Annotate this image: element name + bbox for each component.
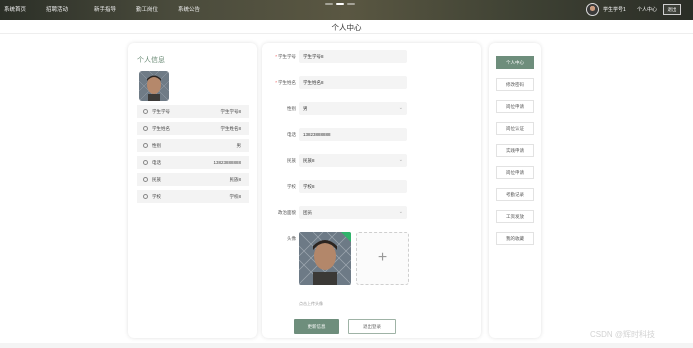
required-mark: * [275, 80, 277, 85]
info-value: 学校8 [229, 194, 241, 199]
logout-account-button[interactable]: 退出登录 [348, 319, 396, 334]
field-label-school: 学校 [287, 184, 296, 189]
menu-item-job-certification[interactable]: 岗位认证 [496, 122, 534, 135]
gender-select-value: 男 [303, 106, 308, 111]
carousel-dot[interactable] [347, 3, 355, 5]
info-value: 13823888888 [213, 160, 241, 165]
upload-hint: 点击上传头像 [299, 301, 323, 306]
user-center-link[interactable]: 个人中心 [637, 6, 657, 13]
top-nav-bar: 系统首页 招聘活动 新手指导 勤工岗位 系统公告 学生学号1 个人中心 退出 [0, 0, 693, 20]
phone-icon [143, 160, 148, 165]
chevron-down-icon: ⌄ [398, 209, 403, 215]
political-status-select-value: 团员 [303, 210, 312, 215]
carousel-dot[interactable] [325, 3, 333, 5]
info-value: 民族8 [229, 177, 241, 182]
info-label: 学生学号 [152, 109, 170, 114]
nav-item-recruitment[interactable]: 招聘活动 [46, 5, 68, 13]
menu-item-job-application[interactable]: 岗位申请 [496, 100, 534, 113]
info-panel-title: 个人信息 [137, 57, 165, 64]
watermark: CSDN @辉时科技 [590, 330, 656, 339]
field-label-student-name: *学生姓名 [262, 80, 296, 86]
nav-item-jobs[interactable]: 勤工岗位 [136, 5, 158, 13]
field-label-phone: 电话 [287, 132, 296, 137]
info-label: 学校 [152, 194, 161, 199]
student-id-icon [143, 109, 148, 114]
info-label: 电话 [152, 160, 161, 165]
field-label-political-status: 政治面貌 [278, 210, 296, 215]
menu-item-practice-application[interactable]: 实践申请 [496, 144, 534, 157]
info-label: 性别 [152, 143, 161, 148]
field-label-text: 学生姓名 [278, 80, 296, 85]
upload-avatar-button[interactable]: + [356, 232, 409, 285]
school-input[interactable]: 学校8 [299, 180, 407, 193]
user-avatar[interactable] [586, 3, 599, 16]
menu-item-profile[interactable]: 个人中心 [496, 56, 534, 69]
info-label: 学生姓名 [152, 126, 170, 131]
field-label-text: 学生学号 [278, 54, 296, 59]
field-label-gender: 性别 [287, 106, 296, 111]
user-name[interactable]: 学生学号1 [603, 6, 626, 13]
phone-input[interactable]: 13823888888 [299, 128, 407, 141]
field-label-avatar: 头像 [287, 236, 296, 241]
info-row-student-name: 学生姓名 学生姓名8 [137, 122, 249, 135]
ethnicity-select[interactable]: 民族8 ⌄ [299, 154, 407, 167]
info-row-school: 学校 学校8 [137, 190, 249, 203]
info-row-student-id: 学生学号 学生学号8 [137, 105, 249, 118]
menu-item-favorites[interactable]: 我的收藏 [496, 232, 534, 245]
logout-button[interactable]: 退出 [663, 4, 681, 15]
menu-item-attendance[interactable]: 考勤记录 [496, 188, 534, 201]
info-label: 民族 [152, 177, 161, 182]
info-panel: 个人信息 学生学号 学生学号8 学生姓名 学生姓名8 性别 男 电话 13823… [128, 43, 257, 338]
ethnicity-icon [143, 177, 148, 182]
carousel-dot-active[interactable] [336, 3, 344, 5]
page-title: 个人中心 [331, 23, 362, 32]
info-value: 学生姓名8 [220, 126, 241, 131]
info-row-ethnicity: 民族 民族8 [137, 173, 249, 186]
required-mark: * [275, 54, 277, 59]
field-label-ethnicity: 民族 [287, 158, 296, 163]
menu-item-salary[interactable]: 工资发放 [496, 210, 534, 223]
divider [0, 33, 693, 34]
menu-item-position-application[interactable]: 岗位申请 [496, 166, 534, 179]
student-name-input[interactable]: 学生姓名8 [299, 76, 407, 89]
gender-icon [143, 143, 148, 148]
uploaded-avatar[interactable] [299, 232, 351, 285]
update-info-button[interactable]: 更新信息 [294, 319, 339, 334]
student-name-icon [143, 126, 148, 131]
profile-photo [139, 71, 169, 101]
carousel-indicator[interactable] [325, 3, 355, 5]
info-value: 男 [236, 143, 242, 148]
nav-item-notice[interactable]: 系统公告 [178, 5, 200, 13]
info-row-gender: 性别 男 [137, 139, 249, 152]
profile-form: *学生学号 学生学号8 *学生姓名 学生姓名8 性别 男 ⌄ 电话 1382388… [262, 43, 481, 338]
student-id-input[interactable]: 学生学号8 [299, 50, 407, 63]
nav-item-guide[interactable]: 新手指导 [94, 5, 116, 13]
nav-item-home[interactable]: 系统首页 [4, 5, 26, 13]
gender-select[interactable]: 男 ⌄ [299, 102, 407, 115]
ethnicity-select-value: 民族8 [303, 158, 315, 163]
political-status-select[interactable]: 团员 ⌄ [299, 206, 407, 219]
footer-strip [0, 343, 693, 348]
chevron-down-icon: ⌄ [398, 105, 403, 111]
menu-item-change-password[interactable]: 修改密码 [496, 78, 534, 91]
info-row-phone: 电话 13823888888 [137, 156, 249, 169]
info-value: 学生学号8 [220, 109, 241, 114]
chevron-down-icon: ⌄ [398, 157, 403, 163]
school-icon [143, 194, 148, 199]
field-label-student-id: *学生学号 [262, 54, 296, 60]
side-menu: 个人中心 修改密码 岗位申请 岗位认证 实践申请 岗位申请 考勤记录 工资发放 … [489, 43, 541, 338]
